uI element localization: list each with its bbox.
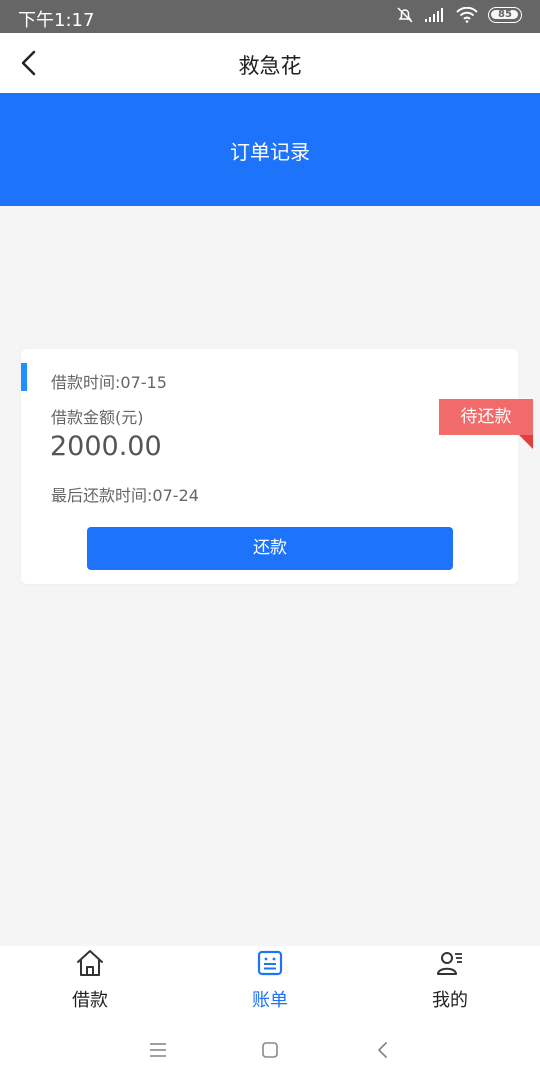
tab-bill[interactable]: 账单 [180, 946, 360, 1020]
system-back-button[interactable] [368, 1035, 398, 1065]
battery-icon: 85 [488, 7, 522, 23]
back-triangle-icon [378, 1042, 387, 1058]
repay-button[interactable]: 还款 [87, 527, 453, 570]
home-icon [77, 950, 103, 976]
amount-value: 2000.00 [50, 431, 162, 462]
loan-time: 借款时间:07-15 [51, 373, 167, 392]
wifi-icon [456, 7, 478, 23]
status-bar: 下午1:17 85 [0, 0, 540, 33]
tab-bar: 借款 账单 我的 [0, 946, 540, 1020]
status-badge: 待还款 [439, 399, 533, 435]
badge-fold [519, 435, 533, 449]
profile-icon [437, 952, 462, 975]
system-nav-bar [0, 1020, 540, 1080]
last-repay-time: 最后还款时间:07-24 [51, 486, 199, 505]
tab-loan[interactable]: 借款 [0, 946, 180, 1020]
tab-label-loan: 借款 [72, 990, 108, 1011]
hero-banner: 订单记录 [0, 93, 540, 206]
amount-label: 借款金额(元) [51, 408, 144, 427]
status-icons: 85 [396, 6, 522, 24]
muted-bell-icon [397, 7, 413, 23]
card-accent-bar [21, 363, 27, 391]
battery-level: 85 [498, 9, 512, 20]
home-button[interactable] [255, 1035, 285, 1065]
tab-mine[interactable]: 我的 [360, 946, 540, 1020]
hero-title: 订单记录 [230, 140, 310, 164]
status-time: 下午1:17 [18, 10, 95, 31]
nav-bar: 救急花 [0, 33, 540, 93]
signal-icon [425, 8, 443, 22]
tab-label-bill: 账单 [252, 990, 288, 1011]
order-card: 借款时间:07-15 借款金额(元) 2000.00 最后还款时间:07-24 … [21, 349, 518, 584]
bill-icon [257, 950, 283, 976]
menu-button[interactable] [143, 1035, 173, 1065]
square-icon [262, 1042, 278, 1058]
page-title: 救急花 [238, 54, 302, 78]
menu-icon [150, 1043, 166, 1057]
tab-label-mine: 我的 [432, 990, 468, 1011]
